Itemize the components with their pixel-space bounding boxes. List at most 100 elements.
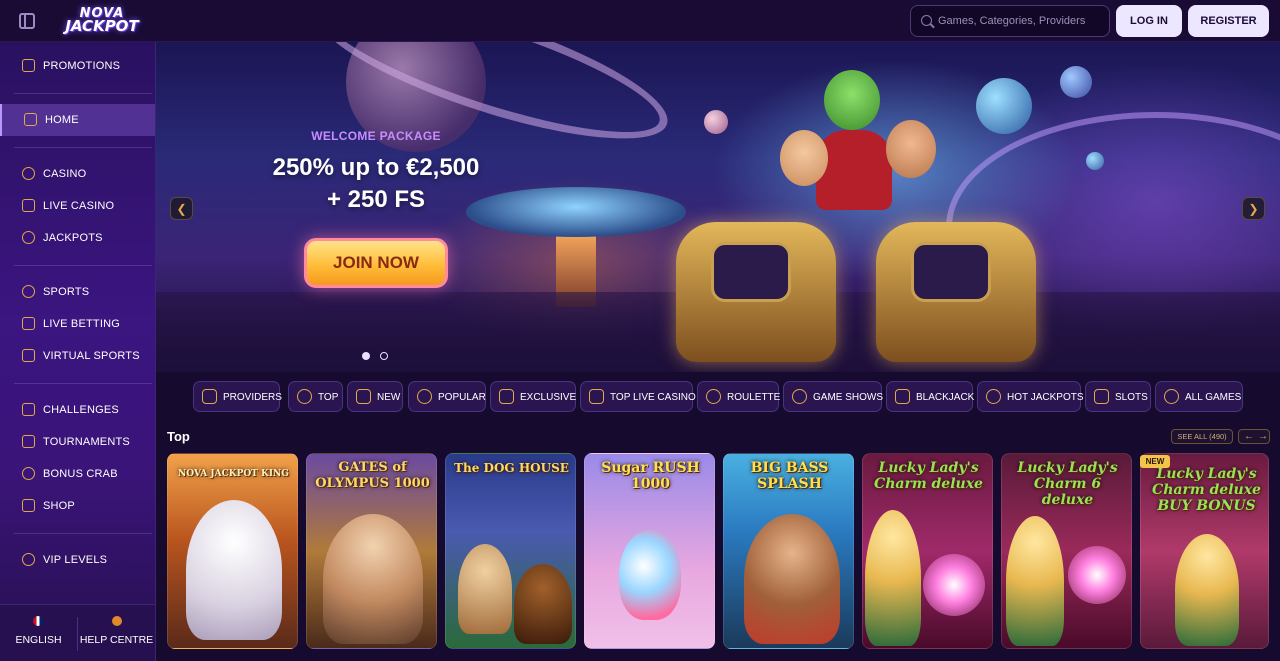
- sidebar-item-promotions[interactable]: PROMOTIONS: [0, 50, 155, 82]
- lucky-lady-art: [1175, 534, 1239, 646]
- dog-art: [514, 564, 572, 644]
- help-label: HELP CENTRE: [79, 634, 154, 646]
- hero-prev-arrow-icon[interactable]: ❮: [170, 197, 193, 220]
- sidebar-item-tournaments[interactable]: TOURNAMENTS: [0, 426, 155, 458]
- category-game-shows[interactable]: GAME SHOWS: [783, 381, 884, 412]
- challenges-icon: [22, 403, 35, 416]
- join-now-button[interactable]: JOIN NOW: [304, 238, 448, 288]
- sidebar-item-jackpots[interactable]: JACKPOTS: [0, 222, 155, 254]
- sidebar-item-vip-levels[interactable]: VIP LEVELS: [0, 544, 155, 576]
- hero-alien-body-art: [816, 130, 892, 210]
- category-top-live-casino[interactable]: TOP LIVE CASINO: [580, 381, 696, 412]
- sidebar-item-bonus-crab[interactable]: BONUS CRAB: [0, 458, 155, 490]
- carousel-next-arrow-icon[interactable]: →: [1258, 430, 1268, 443]
- category-providers[interactable]: PROVIDERS: [193, 381, 282, 412]
- category-blackjack[interactable]: BLACKJACK: [886, 381, 975, 412]
- game-card-big-bass-splash[interactable]: BIG BASS SPLASH: [723, 453, 854, 649]
- category-slots[interactable]: SLOTS: [1085, 381, 1151, 412]
- charm-orb-art: [923, 554, 985, 616]
- sidebar-item-challenges[interactable]: CHALLENGES: [0, 394, 155, 426]
- lion-art: [186, 500, 282, 640]
- see-all-button[interactable]: SEE ALL (490): [1171, 429, 1233, 444]
- game-title: Lucky Lady's Charm 6 deluxe: [1017, 460, 1118, 508]
- game-card-lucky-ladys-charm[interactable]: Lucky Lady's Charm deluxe: [862, 453, 993, 649]
- login-button[interactable]: LOG IN: [1116, 5, 1182, 37]
- category-popular[interactable]: POPULAR: [408, 381, 486, 412]
- horseshoe-icon: [986, 389, 1001, 404]
- game-title: Lucky Lady's Charm deluxe: [874, 460, 983, 492]
- hero-headline-line2: + 250 FS: [326, 186, 426, 213]
- category-exclusive[interactable]: EXCLUSIVE: [490, 381, 576, 412]
- sidebar-divider: [14, 533, 152, 534]
- zeus-art: [323, 514, 423, 644]
- register-button[interactable]: REGISTER: [1188, 5, 1269, 37]
- category-roulette[interactable]: ROULETTE: [697, 381, 781, 412]
- carousel-prev-arrow-icon[interactable]: ←: [1244, 430, 1254, 443]
- roulette-icon: [706, 389, 721, 404]
- category-label: BLACKJACK: [916, 392, 975, 403]
- game-card-lucky-ladys-charm-buy-bonus[interactable]: Lucky Lady's Charm deluxe BUY BONUS: [1140, 453, 1269, 649]
- rocket-icon: [356, 389, 371, 404]
- hero-small-planet-art: [976, 78, 1032, 134]
- slot-machine-icon: [1094, 389, 1109, 404]
- sidebar-item-live-betting[interactable]: LIVE BETTING: [0, 308, 155, 340]
- hero-next-arrow-icon[interactable]: ❯: [1242, 197, 1265, 220]
- sidebar-item-label: LIVE BETTING: [43, 318, 120, 330]
- game-card-gates-of-olympus[interactable]: GATES of OLYMPUS 1000: [306, 453, 437, 649]
- hero-girl-character-art: [780, 130, 828, 186]
- category-label: GAME SHOWS: [813, 392, 884, 403]
- sidebar-divider: [14, 265, 152, 266]
- sidebar-item-sports[interactable]: SPORTS: [0, 276, 155, 308]
- category-label: ROULETTE: [727, 392, 781, 403]
- sidebar-toggle-icon[interactable]: [19, 13, 35, 29]
- sidebar-item-label: VIP LEVELS: [43, 554, 108, 566]
- game-card-dog-house[interactable]: The DOG HOUSE: [445, 453, 576, 649]
- search-box[interactable]: [910, 5, 1110, 37]
- sidebar-item-label: LIVE CASINO: [43, 200, 115, 212]
- hero-slide-dot[interactable]: [380, 352, 388, 360]
- trophy-icon: [22, 435, 35, 448]
- game-card-nova-jackpot-king[interactable]: NOVA JACKPOT KING: [167, 453, 298, 649]
- shop-bag-icon: [22, 499, 35, 512]
- language-label: ENGLISH: [15, 634, 62, 646]
- category-label: ALL GAMES: [1185, 392, 1242, 403]
- hero-small-planet-art: [704, 110, 728, 134]
- sidebar-item-label: JACKPOTS: [43, 232, 103, 244]
- sidebar-item-label: CHALLENGES: [43, 404, 119, 416]
- candy-globe-art: [619, 530, 681, 620]
- help-centre-button[interactable]: HELP CENTRE: [78, 605, 155, 661]
- logo-line2: JACKPOT: [65, 17, 139, 35]
- game-card-lucky-ladys-charm-6[interactable]: Lucky Lady's Charm 6 deluxe: [1001, 453, 1132, 649]
- hero-headline-line1: 250% up to €2,500: [272, 154, 480, 181]
- brand-logo[interactable]: NOVA JACKPOT: [58, 5, 146, 37]
- game-title: GATES of OLYMPUS 1000: [315, 460, 430, 491]
- sidebar-item-label: PROMOTIONS: [43, 60, 121, 72]
- category-new[interactable]: NEW: [347, 381, 403, 412]
- sidebar-footer: ENGLISH HELP CENTRE: [0, 604, 155, 661]
- crab-icon: [22, 467, 35, 480]
- lucky-lady-art: [1006, 516, 1064, 646]
- hero-eyebrow: WELCOME PACKAGE: [311, 129, 441, 143]
- category-hot-jackpots[interactable]: HOT JACKPOTS: [977, 381, 1084, 412]
- language-button[interactable]: ENGLISH: [0, 605, 77, 661]
- sidebar-item-virtual-sports[interactable]: VIRTUAL SPORTS: [0, 340, 155, 372]
- spade-icon: [895, 389, 910, 404]
- category-top[interactable]: TOP: [288, 381, 343, 412]
- hero-boy-character-art: [886, 120, 936, 178]
- live-betting-icon: [22, 317, 35, 330]
- category-label: NEW: [377, 392, 401, 403]
- sidebar-item-label: CASINO: [43, 168, 87, 180]
- sidebar-item-casino[interactable]: CASINO: [0, 158, 155, 190]
- game-card-sugar-rush[interactable]: Sugar RUSH 1000: [584, 453, 715, 649]
- category-label: POPULAR: [438, 392, 486, 403]
- hero-banner[interactable]: WELCOME PACKAGE 250% up to €2,500 + 250 …: [156, 42, 1280, 372]
- category-all-games[interactable]: ALL GAMES: [1155, 381, 1243, 412]
- hero-slide-dot-active[interactable]: [362, 352, 370, 360]
- jackpot-seven-icon: [22, 231, 35, 244]
- sports-ball-icon: [22, 285, 35, 298]
- sidebar-item-live-casino[interactable]: LIVE CASINO: [0, 190, 155, 222]
- uk-flag-icon: [33, 616, 43, 626]
- sidebar-item-home[interactable]: HOME: [0, 104, 155, 136]
- search-input[interactable]: [938, 6, 1108, 36]
- sidebar-item-shop[interactable]: SHOP: [0, 490, 155, 522]
